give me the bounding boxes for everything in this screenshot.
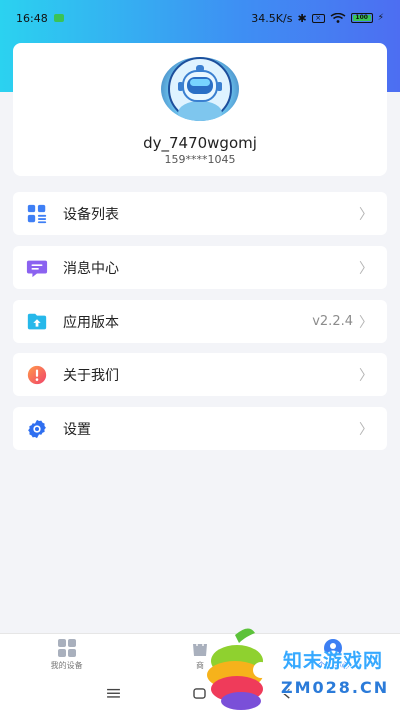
profile-card[interactable]: dy_7470wgomj 159****1045 <box>13 43 387 176</box>
grid-icon <box>57 639 76 657</box>
bluetooth-icon: ✱ <box>297 11 307 25</box>
folder-upload-icon <box>25 310 49 334</box>
battery-level: 100 <box>352 15 371 21</box>
status-time: 16:48 <box>16 11 48 25</box>
system-navigation-bar <box>0 675 400 711</box>
battery-icon: 100 <box>350 13 373 23</box>
menu-icon[interactable] <box>104 684 122 702</box>
app-version-value: v2.2.4 <box>312 314 353 329</box>
menu-item-label: 应用版本 <box>63 314 119 331</box>
shop-icon <box>192 639 207 656</box>
bottom-nav: 我的设备 商 个人中心 <box>0 633 400 675</box>
message-icon <box>25 256 49 280</box>
tab-label: 我的设备 <box>50 661 83 670</box>
menu-item-settings[interactable]: 设置 〉 <box>13 407 387 450</box>
sim-off-icon: × <box>311 13 325 23</box>
chevron-right-icon: 〉 <box>359 314 373 331</box>
tab-label: 商 <box>195 661 204 670</box>
tab-shop[interactable]: 商 <box>133 634 266 675</box>
wifi-icon <box>330 13 346 23</box>
menu-item-device-list[interactable]: 设备列表 〉 <box>13 192 387 235</box>
menu-item-label: 设备列表 <box>63 206 119 223</box>
info-alert-icon <box>25 363 49 387</box>
tab-my-devices[interactable]: 我的设备 <box>0 634 133 675</box>
menu-item-label: 消息中心 <box>63 260 119 277</box>
chevron-right-icon: 〉 <box>359 260 373 277</box>
menu-item-about-us[interactable]: 关于我们 〉 <box>13 353 387 396</box>
back-icon[interactable] <box>278 684 296 702</box>
tab-label: 个人中心 <box>317 661 350 670</box>
network-speed: 34.5K/s <box>251 11 293 25</box>
gear-icon <box>25 417 49 441</box>
device-list-icon <box>25 202 49 226</box>
menu-item-label: 设置 <box>63 421 91 438</box>
chevron-right-icon: 〉 <box>359 206 373 223</box>
menu-item-label: 关于我们 <box>63 367 119 384</box>
astronaut-avatar-icon <box>168 57 232 121</box>
chevron-right-icon: 〉 <box>359 421 373 438</box>
tab-profile[interactable]: 个人中心 <box>267 634 400 675</box>
menu-item-message-center[interactable]: 消息中心 〉 <box>13 246 387 289</box>
status-bar: 16:48 34.5K/s ✱ × 100 ⚡ <box>0 0 400 36</box>
phone-number: 159****1045 <box>164 153 236 166</box>
notification-app-icon <box>53 14 64 22</box>
charging-icon: ⚡ <box>377 13 384 23</box>
home-icon[interactable] <box>191 684 209 702</box>
username: dy_7470wgomj <box>143 134 257 152</box>
chevron-right-icon: 〉 <box>359 367 373 384</box>
avatar[interactable] <box>161 57 239 121</box>
user-icon <box>324 639 343 657</box>
menu-item-app-version[interactable]: 应用版本 v2.2.4 〉 <box>13 300 387 343</box>
